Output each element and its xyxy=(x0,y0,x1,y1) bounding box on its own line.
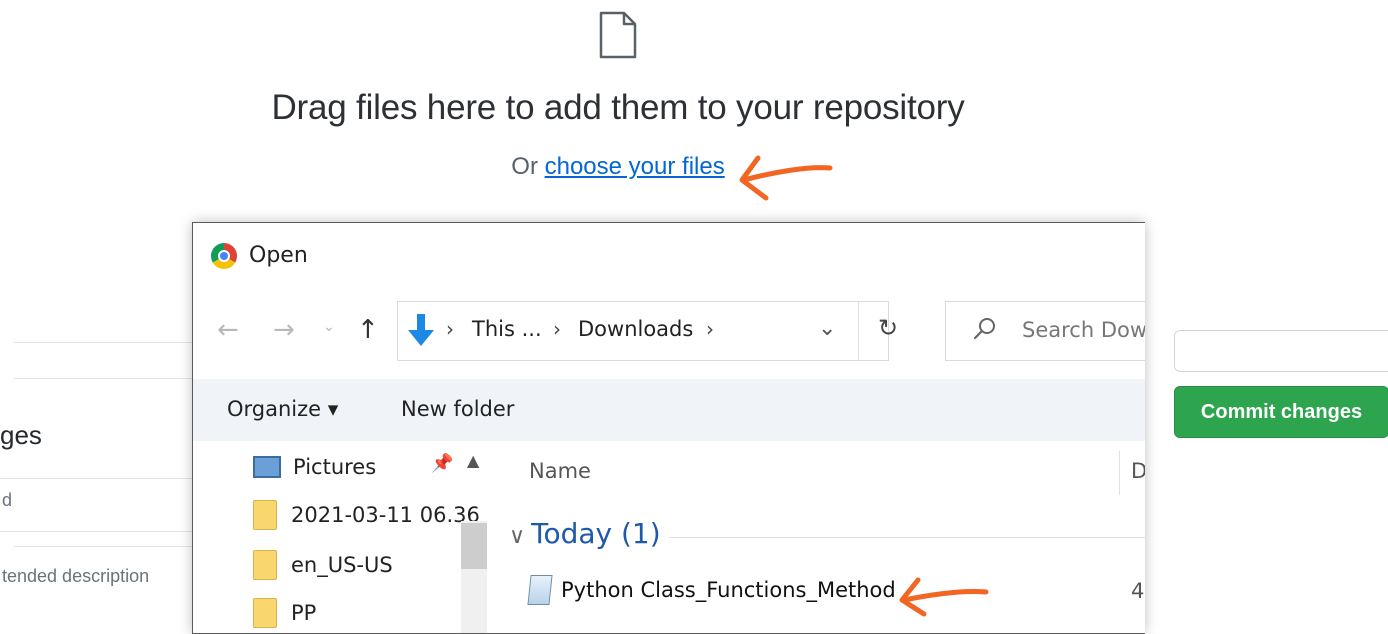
extended-description-placeholder[interactable]: tended description xyxy=(2,566,149,587)
column-header-date[interactable]: D xyxy=(1131,459,1145,483)
group-label: Today (1) xyxy=(531,517,661,550)
folder-icon xyxy=(253,500,277,530)
file-icon xyxy=(599,11,637,59)
commit-summary-input[interactable] xyxy=(0,478,192,532)
forward-arrow-icon[interactable]: → xyxy=(273,315,295,345)
bg-divider xyxy=(14,342,192,343)
nav-item-folder[interactable]: PP xyxy=(253,593,316,633)
group-header-today[interactable]: ∨ Today (1) xyxy=(509,517,661,550)
commit-summary-placeholder: d xyxy=(2,490,13,510)
breadcrumb-separator-icon: › xyxy=(446,317,454,341)
dialog-titlebar: Open xyxy=(193,223,1145,285)
chrome-icon xyxy=(211,243,237,269)
download-arrow-icon xyxy=(408,314,434,346)
bg-divider xyxy=(14,378,192,379)
scroll-up-icon[interactable]: ▲ xyxy=(467,451,479,470)
group-divider xyxy=(669,537,1145,538)
breadcrumb-downloads[interactable]: Downloads xyxy=(578,317,693,341)
bg-right-input[interactable] xyxy=(1174,330,1388,372)
refresh-icon[interactable]: ↻ xyxy=(878,314,898,342)
pictures-icon xyxy=(253,456,281,478)
choose-files-line: Or choose your files xyxy=(0,153,1236,181)
search-placeholder: Search Dow xyxy=(1022,318,1145,342)
nav-item-label: Pictures xyxy=(293,455,377,479)
annotation-arrow xyxy=(899,577,989,617)
column-divider[interactable] xyxy=(1119,451,1120,495)
upload-title: Drag files here to add them to your repo… xyxy=(271,88,965,127)
chevron-down-icon[interactable]: ⌄ xyxy=(818,316,836,341)
navigation-pane: Pictures 📌 ▲ 2021-03-11 06.36 en_US-US P… xyxy=(193,441,489,633)
annotation-arrow xyxy=(739,155,833,201)
dialog-toolbar: Organize ▾ New folder xyxy=(193,379,1145,441)
file-name: Python Class_Functions_Method xyxy=(561,578,896,602)
back-arrow-icon[interactable]: ← xyxy=(217,315,239,345)
open-file-dialog: Open ← → ⌄ ↑ › This ... › Downloads › ⌄ … xyxy=(192,222,1145,634)
nav-item-label: PP xyxy=(291,601,317,625)
chevron-down-icon[interactable]: ⌄ xyxy=(323,319,335,335)
nav-scrollbar-thumb[interactable] xyxy=(461,523,487,569)
nav-item-pictures[interactable]: Pictures xyxy=(253,447,376,487)
breadcrumb-this-pc[interactable]: This ... xyxy=(472,317,542,341)
doc-icon xyxy=(527,575,553,605)
file-row[interactable]: Python Class_Functions_Method xyxy=(527,573,896,607)
pin-icon[interactable]: 📌 xyxy=(431,453,453,474)
nav-item-label: en_US-US xyxy=(291,553,393,577)
address-bar[interactable]: › This ... › Downloads › ⌄ ↻ xyxy=(397,301,898,361)
choose-files-link[interactable]: choose your files xyxy=(545,153,725,180)
nav-item-folder[interactable]: 2021-03-11 06.36 xyxy=(253,495,480,535)
dialog-title: Open xyxy=(249,243,308,268)
search-input[interactable]: Search Dow xyxy=(945,301,1145,361)
search-icon xyxy=(973,318,995,340)
folder-icon xyxy=(253,598,277,628)
folder-icon xyxy=(253,550,277,580)
breadcrumb-separator-icon[interactable]: › xyxy=(706,317,714,341)
or-text: Or xyxy=(511,153,545,180)
nav-item-label: 2021-03-11 06.36 xyxy=(291,503,480,527)
file-date: 4 xyxy=(1131,579,1145,603)
address-divider xyxy=(858,302,859,360)
file-list-pane: Name D ∨Today (1) Python Class_Functions… xyxy=(489,441,1145,633)
bg-divider xyxy=(14,546,192,547)
commit-changes-button[interactable]: Commit changes xyxy=(1174,386,1388,438)
column-header-name[interactable]: Name xyxy=(529,459,591,483)
organize-button[interactable]: Organize ▾ xyxy=(227,397,338,421)
breadcrumb-separator-icon: › xyxy=(553,317,561,341)
nav-item-folder[interactable]: en_US-US xyxy=(253,545,393,585)
chevron-down-icon: ∨ xyxy=(509,524,526,549)
new-folder-button[interactable]: New folder xyxy=(401,397,514,421)
commit-heading: ges xyxy=(0,420,42,450)
up-arrow-icon[interactable]: ↑ xyxy=(357,315,379,345)
